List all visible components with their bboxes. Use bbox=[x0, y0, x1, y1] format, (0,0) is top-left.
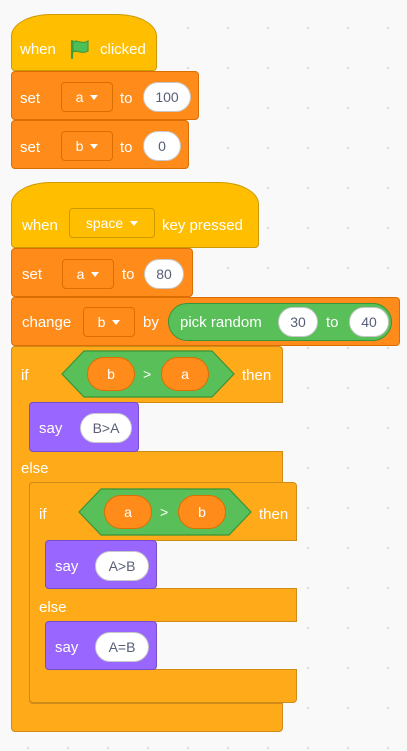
block-text-change: change bbox=[22, 314, 72, 331]
say-block[interactable]: say B>A bbox=[29, 402, 139, 452]
random-to-input[interactable]: 40 bbox=[349, 307, 389, 337]
b-greater-than-a-condition[interactable]: b > a bbox=[61, 350, 235, 398]
block-text-else: else bbox=[21, 460, 49, 477]
variable-name: b bbox=[75, 138, 84, 154]
block-text-when: when bbox=[22, 217, 58, 234]
greater-than-sign: > bbox=[160, 504, 169, 520]
block-text-say: say bbox=[39, 420, 63, 437]
set-a-block[interactable]: set a to 80 bbox=[11, 248, 193, 297]
dropdown-arrow-icon bbox=[130, 221, 139, 226]
block-text-clicked: clicked bbox=[100, 41, 146, 58]
greater-than-sign: > bbox=[143, 366, 152, 382]
value-input-100[interactable]: 100 bbox=[143, 82, 191, 112]
block-text-to: to bbox=[326, 314, 339, 331]
block-text-if: if bbox=[21, 367, 29, 384]
block-text-set: set bbox=[20, 139, 41, 156]
variable-dropdown-a[interactable]: a bbox=[62, 259, 114, 289]
dropdown-arrow-icon bbox=[90, 95, 99, 100]
when-key-pressed-block[interactable]: when space key pressed bbox=[11, 182, 259, 248]
variable-reporter-b[interactable]: b bbox=[87, 357, 135, 391]
when-flag-clicked-block[interactable]: when clicked bbox=[11, 14, 157, 71]
variable-name: a bbox=[75, 89, 84, 105]
block-text-when: when bbox=[20, 41, 56, 58]
dropdown-arrow-icon bbox=[90, 144, 99, 149]
block-text-if: if bbox=[39, 506, 47, 523]
set-a-block[interactable]: set a to 100 bbox=[11, 71, 199, 120]
block-text-to: to bbox=[122, 266, 135, 283]
say-block[interactable]: say A>B bbox=[45, 540, 157, 589]
say-text-input[interactable]: A>B bbox=[95, 551, 149, 581]
block-text-key-pressed: key pressed bbox=[162, 217, 243, 234]
block-text-say: say bbox=[55, 639, 79, 656]
variable-name: a bbox=[76, 266, 85, 282]
change-b-block[interactable]: change b by pick random 30 to 40 bbox=[11, 297, 400, 346]
block-text-then: then bbox=[259, 506, 289, 523]
code-area: when clicked set a to 100 set b to 0 whe… bbox=[0, 0, 407, 751]
variable-dropdown-a[interactable]: a bbox=[61, 82, 113, 112]
dropdown-arrow-icon bbox=[91, 272, 100, 277]
block-text-then: then bbox=[242, 367, 272, 384]
block-text-set: set bbox=[20, 90, 41, 107]
value-input-0[interactable]: 0 bbox=[143, 131, 181, 161]
a-greater-than-b-condition[interactable]: a > b bbox=[78, 488, 252, 536]
value-input-80[interactable]: 80 bbox=[144, 259, 184, 289]
block-text-to: to bbox=[120, 90, 133, 107]
random-from-input[interactable]: 30 bbox=[278, 307, 318, 337]
block-text-pick-random: pick random bbox=[180, 314, 262, 331]
variable-dropdown-b[interactable]: b bbox=[61, 131, 113, 161]
block-text-set: set bbox=[22, 266, 43, 283]
variable-dropdown-b[interactable]: b bbox=[83, 307, 135, 337]
dropdown-arrow-icon bbox=[112, 320, 121, 325]
key-name: space bbox=[85, 215, 124, 231]
variable-name: b bbox=[97, 314, 106, 330]
say-text-input[interactable]: A=B bbox=[95, 632, 149, 662]
set-b-block[interactable]: set b to 0 bbox=[11, 120, 189, 169]
say-text-input[interactable]: B>A bbox=[80, 413, 132, 443]
block-text-to: to bbox=[120, 139, 133, 156]
block-text-else: else bbox=[39, 599, 67, 616]
variable-reporter-a[interactable]: a bbox=[104, 495, 152, 529]
block-text-say: say bbox=[55, 558, 79, 575]
block-text-by: by bbox=[143, 314, 159, 331]
green-flag-icon bbox=[70, 39, 89, 59]
say-block[interactable]: say A=B bbox=[45, 621, 157, 670]
key-dropdown[interactable]: space bbox=[69, 208, 155, 238]
pick-random-reporter[interactable]: pick random 30 to 40 bbox=[168, 303, 392, 341]
variable-reporter-b[interactable]: b bbox=[178, 495, 226, 529]
variable-reporter-a[interactable]: a bbox=[161, 357, 209, 391]
